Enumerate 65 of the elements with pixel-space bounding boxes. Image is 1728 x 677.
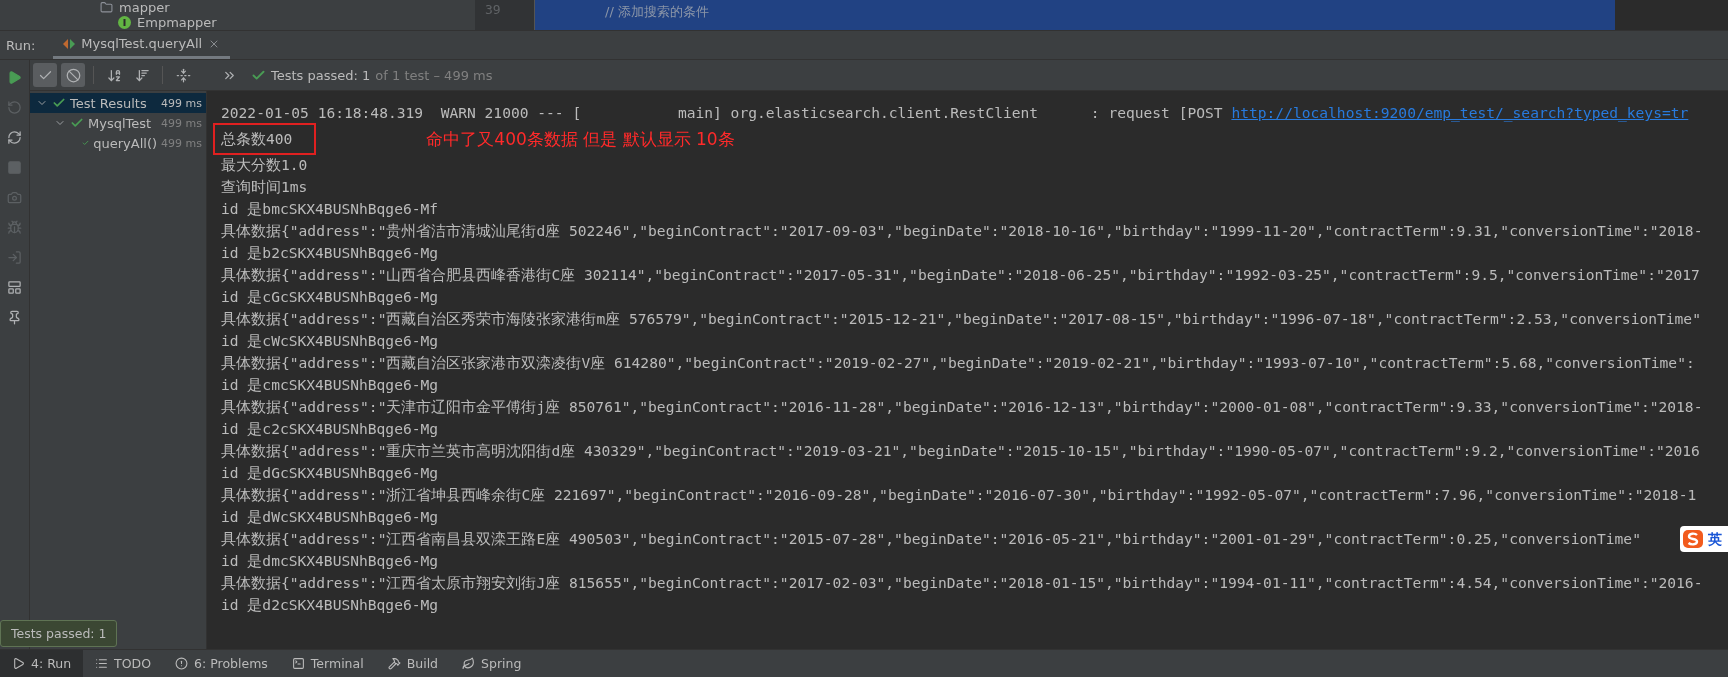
- test-tree-row[interactable]: queryAll() 499 ms: [30, 133, 206, 153]
- project-tree-item[interactable]: mapper: [100, 0, 475, 15]
- log-line: 2022-01-05 16:18:48.319 WARN 21000 --- [ main] org.elasticsearch.client.RestClient : request [POST: [221, 103, 1224, 123]
- test-name: queryAll(): [93, 135, 158, 151]
- output-line: id 是d2cSKX4BUSNhBqge6-Mg: [221, 595, 439, 615]
- tool-window-tab[interactable]: Terminal: [279, 650, 376, 677]
- tool-window-tab[interactable]: 4: Run: [0, 650, 84, 677]
- output-line: 最大分数1.0: [221, 155, 308, 175]
- output-line: 具体数据{"address":"山西省合肥县西峰香港街C座 302114","beginContract":"2017-05-31","beginDate":"2018-06-25","birthday":"1992-03-25","contractTerm":9.5,"conversionTime":"2017: [221, 265, 1700, 285]
- project-tree-item[interactable]: Empmapper: [118, 15, 475, 30]
- output-line: 查询时间1ms: [221, 177, 308, 197]
- output-line: 具体数据{"address":"天津市辽阳市金平傅街j座 850761","beginContract":"2016-11-28","beginDate":"2016-12-13","birthday":"2000-01-08","contractTerm":9.33,"conversionTime":"2018-: [221, 397, 1703, 417]
- tool-window-tab[interactable]: 6: Problems: [163, 650, 280, 677]
- output-line: id 是cmcSKX4BUSNhBqge6-Mg: [221, 375, 439, 395]
- s-logo-icon: [1682, 529, 1704, 549]
- run-label: Run:: [6, 37, 36, 53]
- output-line: 具体数据{"address":"浙江省坤县西峰余街C座 221697","beginContract":"2016-09-28","beginDate":"2016-07-30","birthday":"1992-05-07","contractTerm":7.96,"conversionTime":"2018-1: [221, 485, 1697, 505]
- ban-button[interactable]: [61, 63, 85, 87]
- tool-window-tab[interactable]: Spring: [450, 650, 534, 677]
- tests-passed-text: Tests passed: 1: [271, 67, 371, 83]
- output-line: id 是cWcSKX4BUSNhBqge6-Mg: [221, 331, 439, 351]
- total-count: 总条数400: [213, 123, 317, 155]
- output-line: id 是dWcSKX4BUSNhBqge6-Mg: [221, 507, 439, 527]
- tool-window-tab[interactable]: Build: [375, 650, 451, 677]
- url-link[interactable]: http://localhost:9200/emp_test/_search?typed_keys=tr: [1231, 102, 1689, 124]
- output-line: id 是bmcSKX4BUSNhBqge6-Mf: [221, 199, 439, 219]
- output-line: id 是b2cSKX4BUSNhBqge6-Mg: [221, 243, 439, 263]
- output-line: id 是dGcSKX4BUSNhBqge6-Mg: [221, 463, 439, 483]
- test-summary: of 1 test – 499 ms: [375, 67, 493, 83]
- test-tree-row[interactable]: Test Results 499 ms: [30, 93, 206, 113]
- test-duration: 499 ms: [161, 116, 202, 130]
- ime-badge[interactable]: 英: [1680, 526, 1728, 552]
- terminal-icon: [291, 657, 305, 670]
- output-line: id 是c2cSKX4BUSNhBqge6-Mg: [221, 419, 439, 439]
- annotation-note: 命中了又400条数据 但是 默认显示 10条: [426, 128, 735, 150]
- test-name: Test Results: [70, 95, 148, 111]
- sort-alpha-icon: [106, 67, 122, 83]
- test-duration: 499 ms: [161, 136, 202, 150]
- check-icon: [52, 96, 66, 110]
- output-line: 具体数据{"address":"江西省太原市翔安刘街J座 815655","beginContract":"2017-02-03","beginDate":"2018-01-15","birthday":"1994-01-11","contractTerm":4.54,"conversionTime":"2016-: [221, 573, 1703, 593]
- list-icon: [95, 657, 109, 670]
- tool-window-tab[interactable]: TODO: [83, 650, 164, 677]
- leaf-icon: [462, 657, 476, 670]
- hammer-icon: [387, 657, 401, 670]
- collapse-icon: [175, 67, 191, 83]
- output-line: 具体数据{"address":"贵州省洁市清城汕尾街d座 502246","beginContract":"2017-09-03","beginDate":"2018-10-16","birthday":"1999-11-20","contractTerm":9.31,"conversionTime":"2018-: [221, 221, 1703, 241]
- exclamation-icon: [175, 657, 189, 670]
- output-line: id 是dmcSKX4BUSNhBqge6-Mg: [221, 551, 439, 571]
- test-tree-row[interactable]: MysqlTest 499 ms: [30, 113, 206, 133]
- test-duration: 499 ms: [161, 96, 202, 110]
- run-config-icon: [63, 37, 76, 50]
- code-comment: // 添加搜索的条件: [605, 4, 709, 19]
- output-line: 具体数据{"address":"江西省南昌县双滦王路E座 490503","beginContract":"2015-07-28","beginDate":"2016-05-21","birthday":"2001-01-29","contractTerm":0.25,"conversionTime": [221, 529, 1641, 549]
- sort-icon: [134, 67, 150, 83]
- output-line: id 是cGcSKX4BUSNhBqge6-Mg: [221, 287, 439, 307]
- check-button[interactable]: [33, 63, 57, 87]
- output-line: 具体数据{"address":"西藏自治区张家港市双滦凌街V座 614280","beginContract":"2019-02-27","beginDate":"2019-02-21","birthday":"1993-07-10","contractTerm":5.68,"conversionTime":: [221, 353, 1695, 373]
- ban-icon: [65, 67, 81, 83]
- tooltip: Tests passed: 1: [0, 620, 118, 647]
- output-line: 具体数据{"address":"重庆市兰英市高明沈阳街d座 430329","beginContract":"2019-03-21","beginDate":"2015-10-15","birthday":"1990-05-07","contractTerm":9.2,"conversionTime":"2016: [221, 441, 1700, 461]
- folder-icon: [100, 1, 113, 14]
- test-name: MysqlTest: [88, 115, 153, 131]
- check-icon: [70, 116, 84, 130]
- play-icon: [12, 657, 25, 670]
- output-line: 具体数据{"address":"西藏自治区秀荣市海陵张家港街m座 576579","beginContract":"2015-12-21","beginDate":"2017-08-15","birthday":"1996-07-18","contractTerm":2.53,"conversionTime": [221, 309, 1701, 329]
